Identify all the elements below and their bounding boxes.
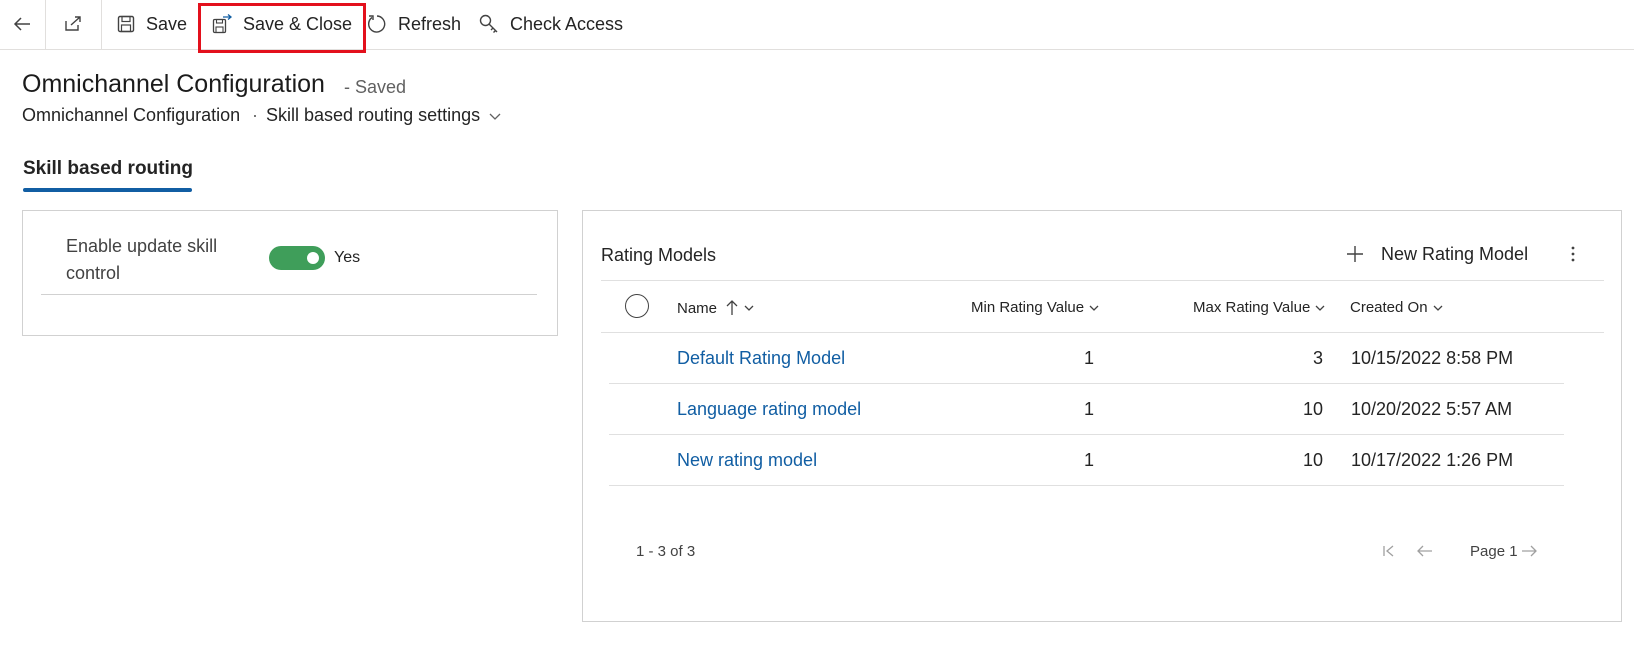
created-on-cell: 10/15/2022 8:58 PM xyxy=(1351,348,1514,368)
rating-model-name-link[interactable]: Language rating model xyxy=(677,399,861,420)
sort-up-arrow-icon xyxy=(726,300,738,315)
first-page-button[interactable] xyxy=(1377,539,1401,563)
previous-page-button[interactable] xyxy=(1413,539,1437,563)
command-bar: Save Save & Close Refresh Check Access xyxy=(0,0,1634,50)
more-vertical-icon xyxy=(1571,246,1575,262)
refresh-button[interactable]: Refresh xyxy=(366,0,461,48)
open-new-window-icon xyxy=(65,16,81,31)
breadcrumb-separator: · xyxy=(252,105,258,125)
max-rating-cell: 10 xyxy=(1302,399,1323,419)
grid-header-top-border xyxy=(601,280,1604,281)
select-all-checkbox[interactable] xyxy=(625,294,649,318)
column-header-name[interactable]: Name xyxy=(677,299,755,317)
save-close-icon xyxy=(212,14,233,34)
chevron-down-icon xyxy=(1433,305,1443,311)
column-min-label: Min Rating Value xyxy=(971,299,1085,316)
new-rating-model-label: New Rating Model xyxy=(1381,243,1529,264)
form-selector-label: Skill based routing settings xyxy=(266,105,481,125)
created-on-cell: 10/20/2022 5:57 AM xyxy=(1351,399,1513,419)
created-on-cell: 10/17/2022 1:26 PM xyxy=(1351,450,1514,470)
save-and-close-label: Save & Close xyxy=(243,13,353,34)
tab-selected-indicator xyxy=(23,188,192,192)
column-header-max-rating[interactable]: Max Rating Value xyxy=(1193,299,1326,316)
back-button[interactable] xyxy=(0,0,44,48)
page-indicator: Page 1 xyxy=(1470,543,1518,560)
save-status: - Saved xyxy=(344,77,407,97)
back-arrow-icon xyxy=(13,17,30,31)
column-name-label: Name xyxy=(677,299,718,317)
check-access-button[interactable]: Check Access xyxy=(478,0,623,48)
column-header-created-on[interactable]: Created On xyxy=(1350,299,1444,316)
rating-models-subgrid: Rating Models New Rating Model Name Min … xyxy=(582,210,1622,622)
field-label: Enable update skill control xyxy=(66,236,218,283)
next-page-button[interactable] xyxy=(1517,539,1541,563)
chevron-down-icon xyxy=(1315,305,1325,311)
table-row[interactable]: Language rating model 1 10 10/20/2022 5:… xyxy=(609,384,1564,435)
refresh-label: Refresh xyxy=(398,13,462,34)
toggle-value: Yes xyxy=(334,249,361,266)
breadcrumb-entity: Omnichannel Configuration xyxy=(22,105,241,125)
form-selector[interactable]: Skill based routing settings xyxy=(266,105,502,126)
plus-icon xyxy=(1347,246,1363,262)
column-max-label: Max Rating Value xyxy=(1193,299,1311,316)
save-label: Save xyxy=(146,13,188,34)
more-commands-button[interactable] xyxy=(1561,239,1585,269)
max-rating-cell: 10 xyxy=(1302,450,1323,470)
save-and-close-button[interactable]: Save & Close xyxy=(211,0,352,48)
chevron-down-icon xyxy=(489,113,501,120)
new-rating-model-button[interactable]: New Rating Model xyxy=(1345,239,1528,269)
save-icon xyxy=(117,15,135,33)
next-page-icon xyxy=(1522,545,1537,557)
chevron-down-icon xyxy=(744,305,754,311)
rating-model-name-link[interactable]: Default Rating Model xyxy=(677,348,845,369)
command-separator xyxy=(101,0,102,50)
record-count: 1 - 3 of 3 xyxy=(636,543,696,560)
rating-model-name-link[interactable]: New rating model xyxy=(677,450,817,471)
settings-section: Enable update skill control Yes xyxy=(22,210,558,336)
column-header-min-rating[interactable]: Min Rating Value xyxy=(971,299,1100,316)
table-row[interactable]: Default Rating Model 1 3 10/15/2022 8:58… xyxy=(609,333,1564,384)
min-rating-cell: 1 xyxy=(1083,450,1094,470)
subgrid-title: Rating Models xyxy=(601,245,717,265)
tab-skill-based-routing[interactable]: Skill based routing xyxy=(23,158,193,180)
min-rating-cell: 1 xyxy=(1083,399,1094,419)
field-underline xyxy=(41,294,537,295)
check-access-label: Check Access xyxy=(510,13,624,34)
previous-page-icon xyxy=(1417,545,1432,557)
table-row[interactable]: New rating model 1 10 10/17/2022 1:26 PM xyxy=(609,435,1564,486)
enable-update-skill-toggle[interactable] xyxy=(269,246,325,270)
open-in-new-window-button[interactable] xyxy=(46,0,100,48)
first-page-icon xyxy=(1383,545,1394,557)
check-access-icon xyxy=(479,14,498,33)
column-created-label: Created On xyxy=(1350,299,1428,316)
save-button[interactable]: Save xyxy=(116,0,187,48)
max-rating-cell: 3 xyxy=(1312,348,1323,368)
page-title: Omnichannel Configuration xyxy=(22,70,325,98)
chevron-down-icon xyxy=(1089,305,1099,311)
toggle-knob xyxy=(307,252,319,264)
min-rating-cell: 1 xyxy=(1083,348,1094,368)
refresh-icon xyxy=(368,15,386,33)
